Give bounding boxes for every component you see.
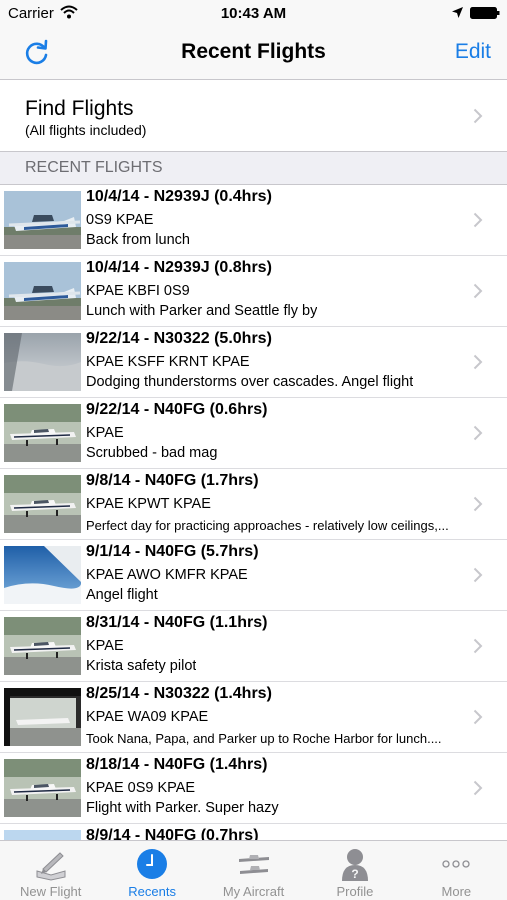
status-time: 10:43 AM — [220, 5, 287, 22]
flight-row[interactable]: 9/8/14 - N40FG (1.7hrs) KPAE KPWT KPAE P… — [0, 469, 507, 540]
chevron-right-icon — [473, 354, 483, 370]
flight-row[interactable]: 9/1/14 - N40FG (5.7hrs) KPAE AWO KMFR KP… — [0, 540, 507, 611]
tab-label: My Aircraft — [222, 884, 285, 899]
tab-label: Profile — [336, 884, 374, 899]
more-dots-icon — [442, 860, 470, 868]
flight-thumbnail — [4, 191, 81, 249]
flight-route: KPAE KBFI 0S9 — [86, 283, 190, 299]
flight-title: 10/4/14 - N2939J (0.8hrs) — [86, 259, 272, 276]
page-title: Recent Flights — [181, 40, 326, 63]
flight-route: KPAE KPWT KPAE — [86, 496, 211, 512]
tab-bar: New Flight Recents My Aircraft ? Profile… — [0, 840, 507, 900]
battery-icon — [470, 7, 500, 19]
flight-row[interactable]: 8/31/14 - N40FG (1.1hrs) KPAE Krista saf… — [0, 611, 507, 682]
flight-comment: Krista safety pilot — [86, 658, 197, 674]
flight-comment: Angel flight — [86, 587, 158, 603]
flight-title: 8/9/14 - N40FG (0.7hrs) — [86, 827, 259, 840]
chevron-right-icon — [473, 108, 483, 124]
flight-thumbnail — [4, 617, 81, 675]
tab-new-flight[interactable]: New Flight — [0, 841, 101, 900]
flight-title: 9/1/14 - N40FG (5.7hrs) — [86, 543, 259, 560]
tab-my-aircraft[interactable]: My Aircraft — [203, 841, 304, 900]
logbook-pen-icon — [36, 852, 66, 881]
flight-thumbnail — [4, 688, 81, 746]
flight-row[interactable]: 9/22/14 - N30322 (5.0hrs) KPAE KSFF KRNT… — [0, 327, 507, 398]
flight-row[interactable]: 10/4/14 - N2939J (0.8hrs) KPAE KBFI 0S9 … — [0, 256, 507, 327]
chevron-right-icon — [473, 567, 483, 583]
aircraft-icon — [238, 855, 269, 874]
chevron-right-icon — [473, 496, 483, 512]
chevron-right-icon — [473, 638, 483, 654]
flight-title: 8/31/14 - N40FG (1.1hrs) — [86, 614, 268, 631]
flight-route: 0S9 KPAE — [86, 212, 154, 228]
flight-row[interactable]: 10/4/14 - N2939J (0.4hrs) 0S9 KPAE Back … — [0, 185, 507, 256]
flight-route: KPAE — [86, 638, 124, 654]
tab-label: New Flight — [19, 884, 82, 899]
flight-title: 8/25/14 - N30322 (1.4hrs) — [86, 685, 272, 702]
tab-label: Recents — [128, 884, 176, 899]
navigation-bar: Recent Flights Edit — [0, 28, 507, 80]
chevron-right-icon — [473, 425, 483, 441]
chevron-right-icon — [473, 780, 483, 796]
clock-icon — [137, 849, 168, 879]
flight-title: 10/4/14 - N2939J (0.4hrs) — [86, 188, 272, 205]
edit-button[interactable]: Edit — [455, 40, 491, 64]
tab-profile[interactable]: ? Profile — [304, 841, 405, 900]
flight-thumbnail — [4, 546, 81, 604]
flight-thumbnail — [4, 262, 81, 320]
flight-comment: Scrubbed - bad mag — [86, 445, 218, 461]
flight-row[interactable]: 8/25/14 - N30322 (1.4hrs) KPAE WA09 KPAE… — [0, 682, 507, 753]
tab-label: More — [441, 884, 472, 899]
section-title: RECENT FLIGHTS — [25, 159, 163, 176]
flight-comment: Flight with Parker. Super hazy — [86, 800, 279, 816]
flight-route: KPAE — [86, 425, 124, 441]
flight-title: 9/22/14 - N30322 (5.0hrs) — [86, 330, 272, 347]
flight-comment: Dodging thunderstorms over cascades. Ang… — [86, 374, 414, 390]
location-arrow-icon — [452, 7, 463, 18]
status-bar: Carrier 10:43 AM — [0, 0, 507, 28]
flight-comment: Back from lunch — [86, 232, 190, 248]
tab-more[interactable]: More — [406, 841, 507, 900]
flight-comment: Perfect day for practicing approaches - … — [86, 518, 449, 533]
find-flights-title: Find Flights — [25, 97, 134, 120]
section-header: RECENT FLIGHTS — [0, 152, 507, 185]
flight-thumbnail — [4, 404, 81, 462]
find-flights-row[interactable]: Find Flights (All flights included) — [0, 80, 507, 152]
flight-row[interactable]: 8/18/14 - N40FG (1.4hrs) KPAE 0S9 KPAE F… — [0, 753, 507, 824]
flight-thumbnail — [4, 830, 81, 840]
flight-title: 9/8/14 - N40FG (1.7hrs) — [86, 472, 259, 489]
flight-thumbnail — [4, 333, 81, 391]
flight-title: 8/18/14 - N40FG (1.4hrs) — [86, 756, 268, 773]
flight-comment: Lunch with Parker and Seattle fly by — [86, 303, 318, 319]
find-flights-subtitle: (All flights included) — [25, 122, 147, 138]
flight-route: KPAE AWO KMFR KPAE — [86, 567, 248, 583]
flight-title: 9/22/14 - N40FG (0.6hrs) — [86, 401, 268, 418]
chevron-right-icon — [473, 283, 483, 299]
svg-text:?: ? — [351, 867, 358, 881]
flight-comment: Took Nana, Papa, and Parker up to Roche … — [86, 731, 442, 746]
flight-list[interactable]: 10/4/14 - N2939J (0.4hrs) 0S9 KPAE Back … — [0, 185, 507, 840]
tab-recents[interactable]: Recents — [101, 841, 202, 900]
person-icon: ? — [341, 849, 368, 881]
chevron-right-icon — [473, 709, 483, 725]
flight-route: KPAE 0S9 KPAE — [86, 780, 196, 796]
flight-row[interactable]: 9/22/14 - N40FG (0.6hrs) KPAE Scrubbed -… — [0, 398, 507, 469]
flight-route: KPAE KSFF KRNT KPAE — [86, 354, 250, 370]
flight-route: KPAE WA09 KPAE — [86, 709, 209, 725]
flight-row[interactable]: 8/9/14 - N40FG (0.7hrs) — [0, 824, 507, 840]
flight-thumbnail — [4, 759, 81, 817]
chevron-right-icon — [473, 212, 483, 228]
flight-thumbnail — [4, 475, 81, 533]
